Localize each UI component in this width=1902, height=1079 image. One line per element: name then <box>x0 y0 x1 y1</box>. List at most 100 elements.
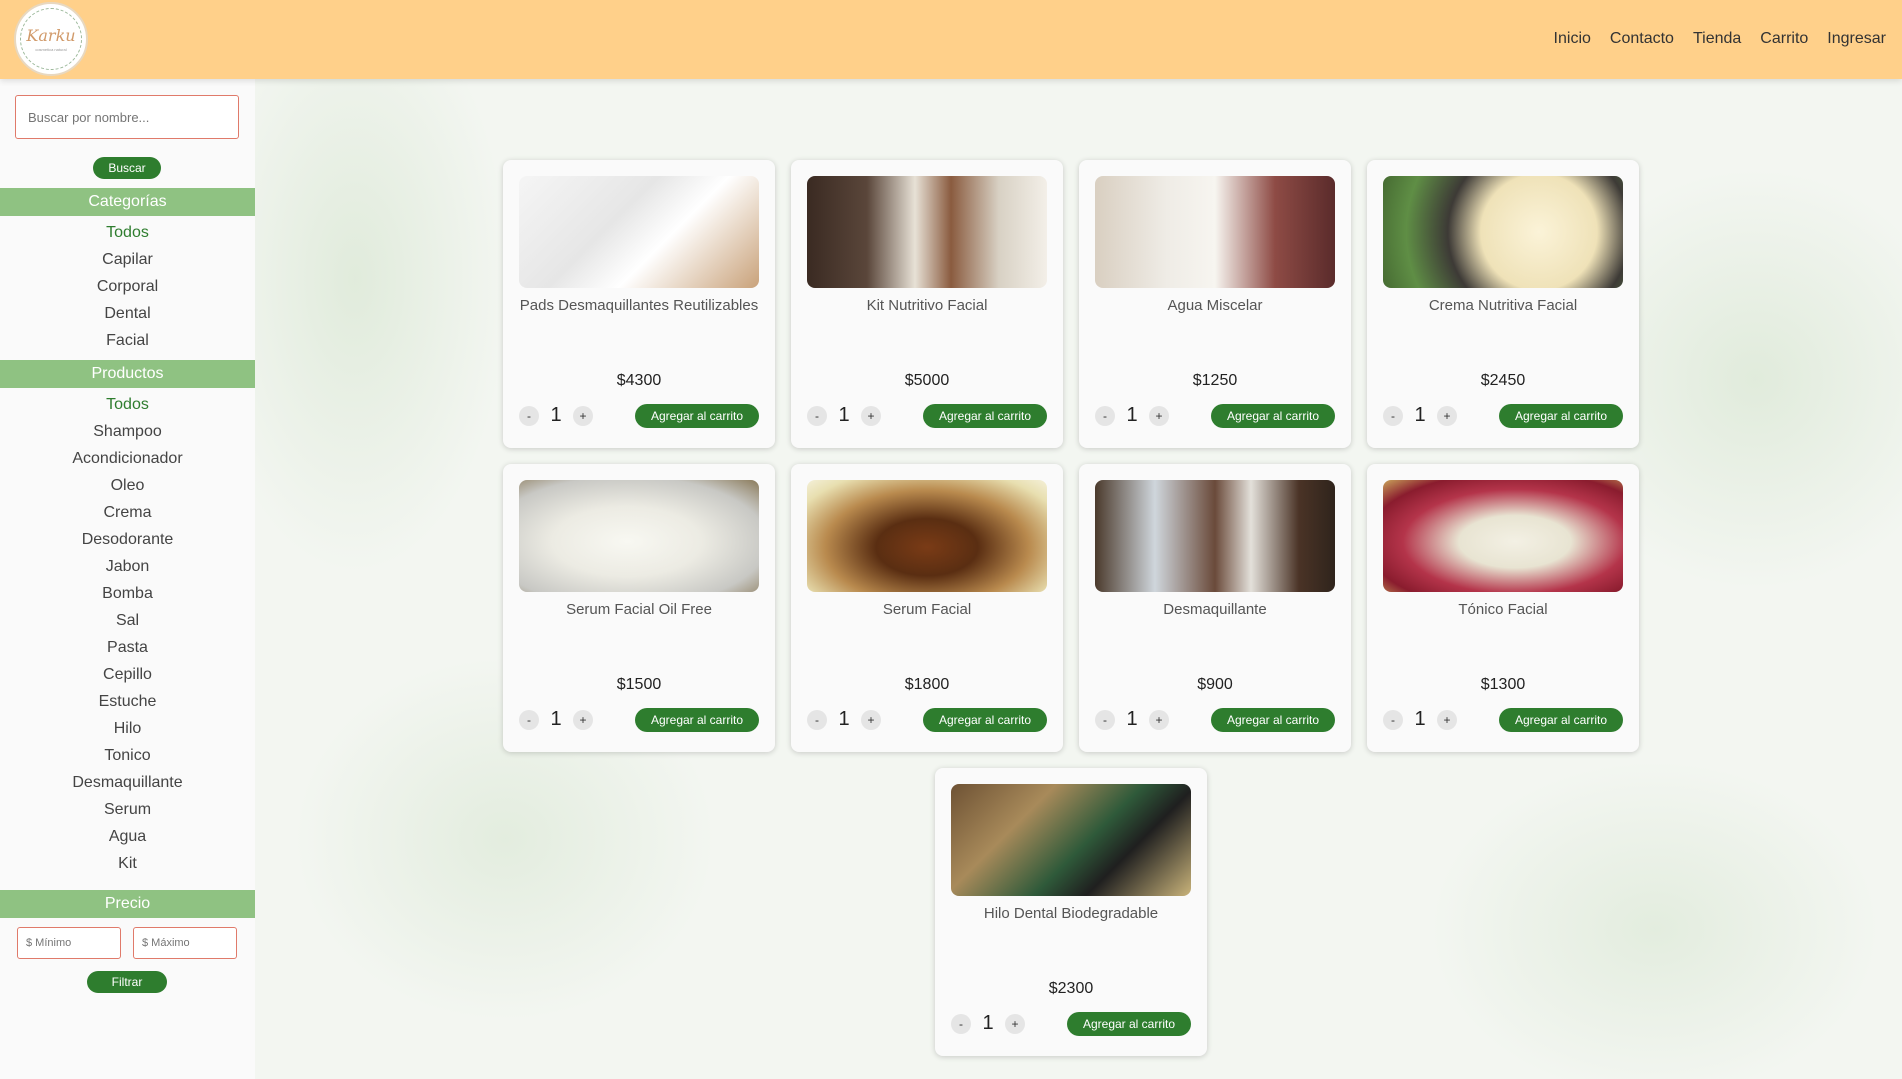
product-card: Crema Nutritiva Facial $2450 - 1 + Agreg… <box>1367 160 1639 448</box>
add-to-cart-button[interactable]: Agregar al carrito <box>923 404 1047 428</box>
quantity-value: 1 <box>550 708 562 730</box>
add-to-cart-button[interactable]: Agregar al carrito <box>635 404 759 428</box>
product-card: Serum Facial $1800 - 1 + Agregar al carr… <box>791 464 1063 752</box>
product-price: $1800 <box>904 676 950 693</box>
product-type-filter-item[interactable]: Bomba <box>0 580 255 607</box>
filter-sidebar: Buscar Categorías TodosCapilarCorporalDe… <box>0 79 255 1079</box>
add-to-cart-button[interactable]: Agregar al carrito <box>1499 708 1623 732</box>
product-type-filter-item[interactable]: Estuche <box>0 688 255 715</box>
add-to-cart-button[interactable]: Agregar al carrito <box>1211 708 1335 732</box>
quantity-value: 1 <box>838 404 850 426</box>
add-to-cart-button[interactable]: Agregar al carrito <box>1499 404 1623 428</box>
product-type-filter-item[interactable]: Jabon <box>0 553 255 580</box>
filter-button[interactable]: Filtrar <box>87 971 167 993</box>
increase-qty-button[interactable]: + <box>861 710 881 730</box>
product-type-filter-item[interactable]: Desmaquillante <box>0 769 255 796</box>
product-type-filter-item[interactable]: Acondicionador <box>0 445 255 472</box>
nav-contacto[interactable]: Contacto <box>1610 30 1674 48</box>
decrease-qty-button[interactable]: - <box>1383 406 1403 426</box>
decrease-qty-button[interactable]: - <box>807 406 827 426</box>
decrease-qty-button[interactable]: - <box>951 1014 971 1034</box>
product-type-filter-item[interactable]: Oleo <box>0 472 255 499</box>
product-type-filter-item[interactable]: Serum <box>0 796 255 823</box>
quantity-value: 1 <box>550 404 562 426</box>
product-type-filter-item[interactable]: Tonico <box>0 742 255 769</box>
product-image-serum-oil-free[interactable] <box>519 480 759 592</box>
search-button[interactable]: Buscar <box>93 157 161 179</box>
increase-qty-button[interactable]: + <box>1437 710 1457 730</box>
product-type-filter-item[interactable]: Pasta <box>0 634 255 661</box>
product-name: Serum Facial Oil Free <box>566 601 712 618</box>
category-filter-item[interactable]: Facial <box>0 327 255 354</box>
product-image-kit[interactable] <box>807 176 1047 288</box>
increase-qty-button[interactable]: + <box>1437 406 1457 426</box>
product-card: Agua Miscelar $1250 - 1 + Agregar al car… <box>1079 160 1351 448</box>
increase-qty-button[interactable]: + <box>573 406 593 426</box>
quantity-value: 1 <box>1126 404 1138 426</box>
decrease-qty-button[interactable]: - <box>1383 710 1403 730</box>
nav-inicio[interactable]: Inicio <box>1554 30 1591 48</box>
product-image-pads[interactable] <box>519 176 759 288</box>
product-type-filter-item[interactable]: Agua <box>0 823 255 850</box>
categories-heading: Categorías <box>0 188 255 216</box>
main-nav: Inicio Contacto Tienda Carrito Ingresar <box>1554 30 1886 48</box>
product-type-filter-item[interactable]: Todos <box>0 391 255 418</box>
increase-qty-button[interactable]: + <box>1005 1014 1025 1034</box>
add-to-cart-button[interactable]: Agregar al carrito <box>923 708 1047 732</box>
category-filter-item[interactable]: Capilar <box>0 246 255 273</box>
decrease-qty-button[interactable]: - <box>1095 710 1115 730</box>
product-type-filter-item[interactable]: Cepillo <box>0 661 255 688</box>
product-name: Crema Nutritiva Facial <box>1428 297 1578 314</box>
product-card: Tónico Facial $1300 - 1 + Agregar al car… <box>1367 464 1639 752</box>
add-to-cart-button[interactable]: Agregar al carrito <box>1211 404 1335 428</box>
increase-qty-button[interactable]: + <box>1149 406 1169 426</box>
product-card: Serum Facial Oil Free $1500 - 1 + Agrega… <box>503 464 775 752</box>
product-image-serum[interactable] <box>807 480 1047 592</box>
categories-list: Todos Capilar Corporal Dental Facial <box>0 219 255 354</box>
max-price-input[interactable] <box>133 927 237 959</box>
product-image-agua[interactable] <box>1095 176 1335 288</box>
decrease-qty-button[interactable]: - <box>1095 406 1115 426</box>
product-name: Serum Facial <box>882 601 972 618</box>
decrease-qty-button[interactable]: - <box>807 710 827 730</box>
add-to-cart-button[interactable]: Agregar al carrito <box>1067 1012 1191 1036</box>
product-type-filter-item[interactable]: Desodorante <box>0 526 255 553</box>
category-filter-item[interactable]: Corporal <box>0 273 255 300</box>
logo-wreath <box>20 8 82 70</box>
product-image-hilo-dental[interactable] <box>951 784 1191 896</box>
price-heading: Precio <box>0 890 255 918</box>
decrease-qty-button[interactable]: - <box>519 406 539 426</box>
decrease-qty-button[interactable]: - <box>519 710 539 730</box>
product-image-desmaquillante[interactable] <box>1095 480 1335 592</box>
product-price: $5000 <box>904 372 950 389</box>
product-image-crema[interactable] <box>1383 176 1623 288</box>
product-type-filter-item[interactable]: Hilo <box>0 715 255 742</box>
top-header: Karku cosmetica natural Inicio Contacto … <box>0 0 1902 79</box>
product-card: Hilo Dental Biodegradable $2300 - 1 + Ag… <box>935 768 1207 1056</box>
increase-qty-button[interactable]: + <box>573 710 593 730</box>
add-to-cart-button[interactable]: Agregar al carrito <box>635 708 759 732</box>
product-price: $1500 <box>616 676 662 693</box>
nav-tienda[interactable]: Tienda <box>1693 30 1741 48</box>
product-type-filter-item[interactable]: Kit <box>0 850 255 877</box>
nav-ingresar[interactable]: Ingresar <box>1827 30 1886 48</box>
product-type-filter-item[interactable]: Crema <box>0 499 255 526</box>
category-filter-item[interactable]: Todos <box>0 219 255 246</box>
quantity-value: 1 <box>982 1012 994 1034</box>
product-price: $1300 <box>1480 676 1526 693</box>
product-card: Pads Desmaquillantes Reutilizables $4300… <box>503 160 775 448</box>
product-name: Hilo Dental Biodegradable <box>983 905 1159 922</box>
brand-logo[interactable]: Karku cosmetica natural <box>14 2 88 76</box>
increase-qty-button[interactable]: + <box>861 406 881 426</box>
nav-carrito[interactable]: Carrito <box>1760 30 1808 48</box>
product-type-filter-item[interactable]: Sal <box>0 607 255 634</box>
increase-qty-button[interactable]: + <box>1149 710 1169 730</box>
category-filter-item[interactable]: Dental <box>0 300 255 327</box>
product-card: Kit Nutritivo Facial $5000 - 1 + Agregar… <box>791 160 1063 448</box>
product-price: $1250 <box>1192 372 1238 389</box>
product-price: $900 <box>1197 676 1233 693</box>
min-price-input[interactable] <box>17 927 121 959</box>
product-image-tonico[interactable] <box>1383 480 1623 592</box>
product-type-filter-item[interactable]: Shampoo <box>0 418 255 445</box>
search-input[interactable] <box>15 95 239 139</box>
